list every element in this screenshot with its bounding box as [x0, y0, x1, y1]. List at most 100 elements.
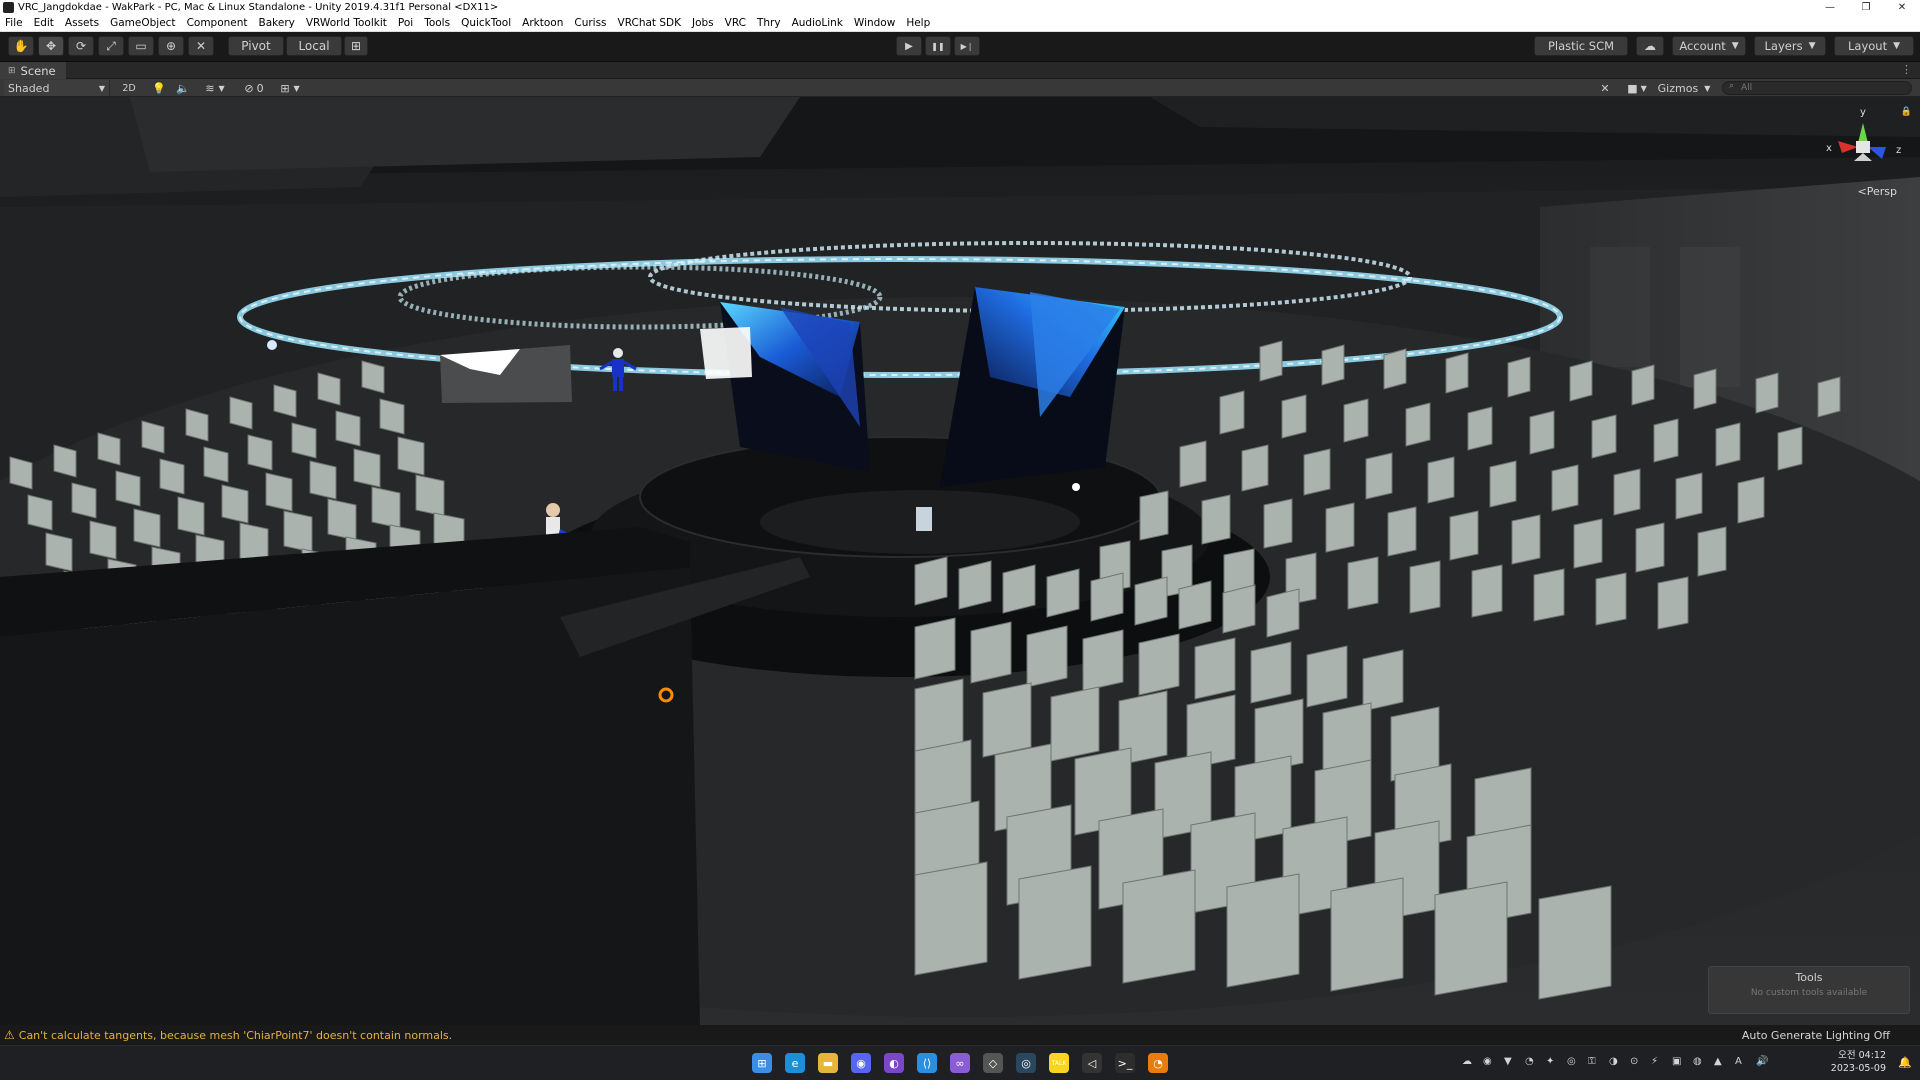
rect-tool-button[interactable]: ▭: [128, 36, 154, 56]
menu-audiolink[interactable]: AudioLink: [792, 17, 843, 29]
close-button[interactable]: ✕: [1884, 0, 1920, 15]
menu-vrc[interactable]: VRC: [725, 17, 746, 29]
shading-mode-dropdown[interactable]: Shaded ▼: [4, 80, 110, 96]
lighting-status[interactable]: Auto Generate Lighting Off: [1742, 1029, 1890, 1042]
tab-scene[interactable]: ⊞ Scene: [0, 62, 66, 79]
projection-toggle[interactable]: <Persp: [1858, 185, 1897, 198]
seat: [1755, 372, 1779, 414]
tray-icon[interactable]: 🔊: [1756, 1056, 1768, 1067]
lighting-toggle[interactable]: 💡: [150, 80, 168, 96]
grid-icon: ⊞: [280, 81, 290, 95]
local-label: Local: [298, 39, 330, 53]
transform-tool-button[interactable]: ⊕: [158, 36, 184, 56]
gizmos-dropdown[interactable]: Gizmos ▼: [1652, 80, 1716, 96]
menu-window[interactable]: Window: [854, 17, 895, 29]
menu-component[interactable]: Component: [187, 17, 248, 29]
tab-menu-icon[interactable]: ⋮: [1901, 63, 1912, 76]
menu-vrworld-toolkit[interactable]: VRWorld Toolkit: [306, 17, 387, 29]
terminal-icon[interactable]: >_: [1115, 1053, 1135, 1073]
menu-curiss[interactable]: Curiss: [574, 17, 606, 29]
title-bar: VRC_Jangdokdae - WakPark - PC, Mac & Lin…: [0, 0, 1920, 15]
menu-arktoon[interactable]: Arktoon: [522, 17, 563, 29]
scene-viewport[interactable]: y x z 🔒 <Persp Tools No custom tools ava…: [0, 97, 1920, 1025]
discord-icon[interactable]: ◉: [851, 1053, 871, 1073]
custom-tool-button[interactable]: ✕: [188, 36, 214, 56]
chevron-down-icon: ▼: [1704, 83, 1711, 93]
grid-dropdown[interactable]: ⊞ ▼: [274, 80, 306, 96]
menu-help[interactable]: Help: [906, 17, 930, 29]
menu-quicktool[interactable]: QuickTool: [461, 17, 511, 29]
tray-icon[interactable]: ▲: [1714, 1056, 1722, 1067]
lock-icon[interactable]: 🔒: [1901, 107, 1912, 117]
system-clock[interactable]: 오전 04:12 2023-05-09: [1831, 1049, 1886, 1075]
menu-assets[interactable]: Assets: [65, 17, 99, 29]
seat: [1613, 468, 1641, 516]
tray-icon[interactable]: A: [1735, 1056, 1742, 1067]
github-desktop-icon[interactable]: ◐: [884, 1053, 904, 1073]
seat: [1139, 490, 1169, 541]
notification-icon[interactable]: 🔔: [1898, 1056, 1912, 1069]
pivot-toggle[interactable]: Pivot: [228, 36, 284, 56]
layers-dropdown[interactable]: Layers ▼: [1754, 36, 1826, 56]
menu-poi[interactable]: Poi: [398, 17, 413, 29]
tray-icon[interactable]: ✦: [1546, 1056, 1554, 1067]
tray-icon[interactable]: ⚿: [1588, 1056, 1596, 1067]
kakaotalk-icon[interactable]: TALK: [1049, 1053, 1069, 1073]
scene-search-input[interactable]: All: [1722, 81, 1912, 95]
menu-jobs[interactable]: Jobs: [692, 17, 714, 29]
layout-dropdown[interactable]: Layout ▼: [1834, 36, 1914, 56]
menu-thry[interactable]: Thry: [757, 17, 781, 29]
tray-icon[interactable]: ◍: [1693, 1056, 1702, 1067]
tray-icon[interactable]: ▼: [1504, 1056, 1512, 1067]
tray-icon[interactable]: ◉: [1483, 1056, 1492, 1067]
tray-icon[interactable]: ☁: [1462, 1056, 1472, 1067]
edge-icon[interactable]: e: [785, 1053, 805, 1073]
tray-icon[interactable]: ◑: [1609, 1056, 1618, 1067]
seat: [1631, 364, 1655, 406]
vscode-icon[interactable]: ⟨⟩: [917, 1053, 937, 1073]
step-button[interactable]: ▶❘: [954, 36, 980, 56]
visual-studio-icon[interactable]: ∞: [950, 1053, 970, 1073]
menu-gameobject[interactable]: GameObject: [110, 17, 175, 29]
pause-button[interactable]: ❚❚: [925, 36, 951, 56]
seat: [229, 396, 253, 430]
axis-y-label: y: [1860, 107, 1866, 118]
minimize-button[interactable]: —: [1812, 0, 1848, 15]
menu-vrchat-sdk[interactable]: VRChat SDK: [618, 17, 681, 29]
local-toggle[interactable]: Local: [286, 36, 342, 56]
tray-icon[interactable]: ▣: [1672, 1056, 1681, 1067]
scale-tool-button[interactable]: ⤢: [98, 36, 124, 56]
tray-icon[interactable]: ◔: [1525, 1056, 1534, 1067]
start-button[interactable]: ⊞: [752, 1053, 772, 1073]
console-warning[interactable]: Can't calculate tangents, because mesh '…: [19, 1029, 452, 1042]
menu-tools[interactable]: Tools: [424, 17, 450, 29]
tray-icon[interactable]: ⊙: [1630, 1056, 1638, 1067]
blender-icon[interactable]: ◔: [1148, 1053, 1168, 1073]
audio-toggle[interactable]: 🔈: [174, 80, 192, 96]
2d-toggle[interactable]: 2D: [118, 80, 140, 96]
unity-hub-icon[interactable]: ◇: [983, 1053, 1003, 1073]
unity-editor-icon[interactable]: ◁: [1082, 1053, 1102, 1073]
camera-dropdown[interactable]: ■ ▼: [1622, 80, 1652, 96]
menu-bakery[interactable]: Bakery: [259, 17, 295, 29]
move-tool-button[interactable]: ✥: [38, 36, 64, 56]
hand-tool-button[interactable]: ✋: [8, 36, 34, 56]
plastic-scm-button[interactable]: Plastic SCM: [1534, 36, 1628, 56]
grid-snap-button[interactable]: ⊞: [344, 36, 368, 56]
account-dropdown[interactable]: Account ▼: [1672, 36, 1746, 56]
tray-icon[interactable]: ◎: [1567, 1056, 1576, 1067]
file-explorer-icon[interactable]: ▬: [818, 1053, 838, 1073]
terminal-icon-glyph: >_: [1117, 1056, 1133, 1070]
play-button[interactable]: ▶: [896, 36, 922, 56]
scene-tools-button[interactable]: ✕: [1596, 80, 1614, 96]
effects-dropdown[interactable]: ≋ ▼: [198, 80, 232, 96]
maximize-button[interactable]: ❐: [1848, 0, 1884, 15]
chevron-down-icon: ▼: [218, 83, 225, 93]
steam-icon[interactable]: ◎: [1016, 1053, 1036, 1073]
rotate-tool-button[interactable]: ⟳: [68, 36, 94, 56]
tray-icon[interactable]: ⚡: [1651, 1056, 1658, 1067]
menu-file[interactable]: File: [5, 17, 23, 29]
cloud-button[interactable]: ☁: [1636, 36, 1664, 56]
menu-edit[interactable]: Edit: [34, 17, 54, 29]
hidden-objects-toggle[interactable]: ⊘ 0: [240, 80, 268, 96]
